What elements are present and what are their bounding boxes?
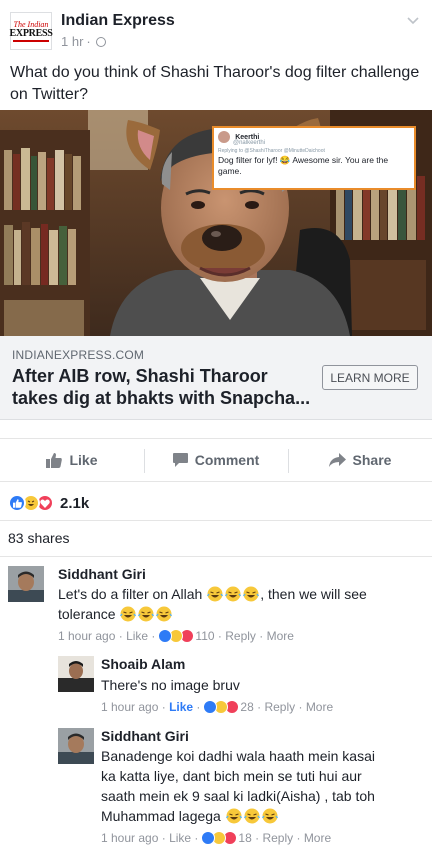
laughing-emoji-icon — [243, 586, 260, 602]
comment-meta: 1 hour ago · Like · 28 · Reply · More — [101, 700, 334, 714]
laughing-emoji-icon — [156, 606, 173, 622]
laughing-emoji-icon — [207, 586, 224, 602]
chevron-down-icon[interactable] — [406, 14, 420, 28]
comment-text-part: tolerance — [58, 606, 116, 622]
comment-meta: 1 hour ago · Like · 18 · Reply · More — [101, 831, 332, 845]
globe-icon — [95, 36, 106, 47]
comment-more-button[interactable]: More — [267, 629, 294, 643]
avatar[interactable] — [8, 566, 44, 602]
comment-more-button[interactable]: More — [306, 700, 333, 714]
comment-reaction-count: 110 — [195, 629, 215, 643]
link-preview-image[interactable]: Keerthi @nalkeerthi Replying to @ShashiT… — [0, 110, 432, 336]
comment-text: There's no image bruv — [101, 677, 240, 693]
comment-label: Comment — [194, 452, 260, 468]
laughing-emoji-icon — [225, 586, 242, 602]
comment-button[interactable]: Comment — [144, 439, 288, 481]
share-button[interactable]: Share — [288, 439, 432, 481]
action-bar: Like Comment Share — [0, 438, 432, 482]
page-name[interactable]: Indian Express — [61, 12, 175, 30]
comment-text: Let's do a filter on Allah , then we wil… — [58, 584, 418, 624]
comment-reply-button[interactable]: Reply — [262, 831, 293, 845]
laughing-emoji-icon — [138, 606, 155, 622]
comment-text-line: ka katta liye, dant bich mein se tuti hu… — [101, 768, 362, 784]
comment-reaction-count: 28 — [240, 700, 254, 714]
divider — [0, 556, 432, 557]
link-title[interactable]: After AIB row, Shashi Tharoor takes dig … — [12, 365, 312, 409]
avatar[interactable] — [58, 728, 94, 764]
comment-reactions[interactable] — [201, 831, 238, 845]
share-label: Share — [352, 452, 392, 468]
divider — [0, 520, 432, 521]
tweet-avatar — [218, 131, 230, 143]
comment-text-part: Let's do a filter on Allah — [58, 586, 203, 602]
comment-author[interactable]: Shoaib Alam — [101, 656, 185, 672]
shares-count[interactable]: 83 shares — [8, 530, 69, 546]
post-time[interactable]: 1 hr — [61, 34, 83, 49]
comment-more-button[interactable]: More — [304, 831, 331, 845]
laughing-emoji-icon — [243, 808, 260, 824]
comment-text-line: Muhammad lagega — [101, 808, 221, 824]
tweet-handle: @nalkeerthi — [233, 140, 266, 146]
comment-author[interactable]: Siddhant Giri — [101, 728, 189, 744]
comment-text-part: , then we will see — [260, 586, 367, 602]
page-logo[interactable]: The Indian EXPRESS — [9, 12, 53, 50]
logo-bar — [13, 39, 49, 42]
comment-reactions[interactable] — [158, 629, 195, 643]
share-icon — [328, 453, 346, 467]
link-domain: INDIANEXPRESS.COM — [12, 348, 145, 362]
comment-reactions[interactable] — [203, 700, 240, 714]
comment-like-button[interactable]: Like — [126, 629, 148, 643]
comment-time[interactable]: 1 hour ago — [58, 629, 115, 643]
comment-like-button[interactable]: Like — [169, 700, 193, 714]
comment-text-line: Banadenge koi dadhi wala haath mein kasa… — [101, 748, 375, 764]
meta-dot: · — [86, 34, 91, 49]
like-reaction-icon — [8, 494, 26, 512]
like-label: Like — [69, 452, 98, 468]
comment-text: Banadenge koi dadhi wala haath mein kasa… — [101, 746, 426, 826]
tweet-reply-to: Replying to @ShashiTharoor @MinutteDaich… — [218, 148, 325, 154]
post-header: The Indian EXPRESS Indian Express 1 hr · — [0, 0, 432, 60]
like-button[interactable]: Like — [0, 439, 144, 481]
comment-reply-button[interactable]: Reply — [264, 700, 295, 714]
reactions-summary[interactable]: 2.1k — [8, 492, 89, 514]
comment-time[interactable]: 1 hour ago — [101, 700, 158, 714]
laughing-emoji-icon — [120, 606, 137, 622]
logo-line2: EXPRESS — [9, 27, 53, 39]
laughing-emoji-icon — [261, 808, 278, 824]
tweet-text: Dog filter for lyf! 😂 Awesome sir. You a… — [218, 155, 389, 176]
post-meta: 1 hr · — [61, 34, 106, 49]
post-text: What do you think of Shashi Tharoor's do… — [10, 64, 420, 103]
laughing-emoji-icon — [225, 808, 242, 824]
comment-reply-button[interactable]: Reply — [225, 629, 256, 643]
comment-author[interactable]: Siddhant Giri — [58, 566, 146, 582]
comment-meta: 1 hour ago · Like · 110 · Reply · More — [58, 629, 294, 643]
thumbs-up-icon — [46, 452, 63, 468]
comment-like-button[interactable]: Like — [169, 831, 191, 845]
tweet-card: Keerthi @nalkeerthi Replying to @ShashiT… — [212, 126, 416, 190]
comment-text-line: saath mein ek 9 saal ki ladki(Aisha) , t… — [101, 788, 375, 804]
comment-time[interactable]: 1 hour ago — [101, 831, 158, 845]
comment-icon — [172, 453, 188, 467]
avatar[interactable] — [58, 656, 94, 692]
reaction-count: 2.1k — [60, 494, 90, 512]
comment-reaction-count: 18 — [238, 831, 252, 845]
learn-more-button[interactable]: LEARN MORE — [322, 365, 418, 390]
